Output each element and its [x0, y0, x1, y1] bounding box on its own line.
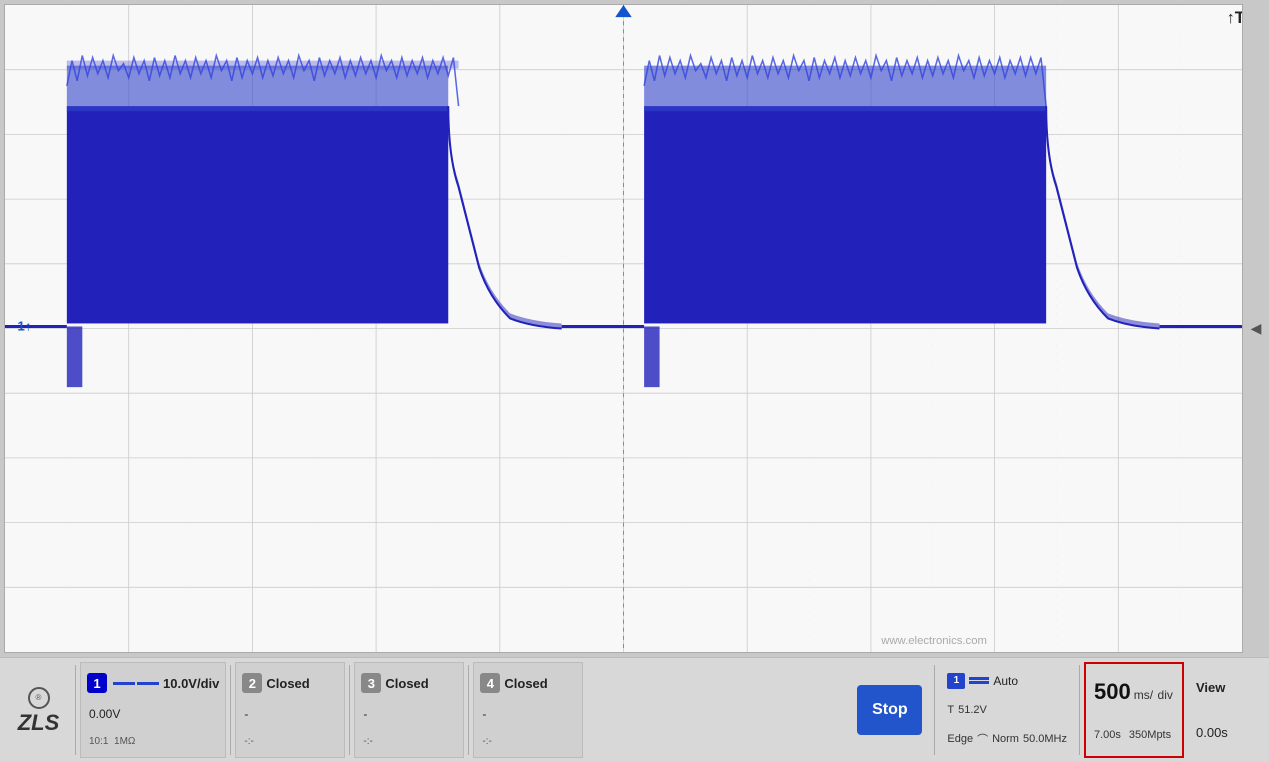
freq-label: 50.0MHz [1023, 733, 1067, 745]
stop-button[interactable]: Stop [857, 685, 922, 735]
logo-badge: ® [28, 687, 50, 709]
sep4 [468, 665, 469, 755]
ch2-detail1: - [242, 707, 338, 721]
t-label: T [947, 704, 954, 716]
ch1-badge: 1 [87, 673, 107, 693]
logo-section: ® ZLS [6, 662, 71, 758]
ch2-header: 2 Closed [242, 673, 338, 693]
ch3-header: 3 Closed [361, 673, 457, 693]
sep6 [1079, 665, 1080, 755]
trigger-section: 1 Auto T 51.2V Edge ⌒ Norm 50.0MHz [939, 662, 1075, 758]
ch3-detail2: -:- [361, 736, 457, 747]
time-value: 500 [1094, 679, 1131, 705]
norm-label: Norm [992, 733, 1019, 745]
ch4-num: 4 [487, 676, 494, 691]
trigger-ch-box: 1 [947, 673, 965, 689]
ch2-badge: 2 [242, 673, 262, 693]
channel-2-block[interactable]: 2 Closed - -:- [235, 662, 345, 758]
t-value: 51.2V [958, 704, 987, 716]
sep1 [75, 665, 76, 755]
ch3-detail1: - [361, 707, 457, 721]
mpts-value: 350Mpts [1129, 729, 1171, 741]
ch2-status-label: Closed [266, 676, 309, 691]
ch2-detail2: -:- [242, 736, 338, 747]
ch4-status-label: Closed [504, 676, 547, 691]
ch2-num: 2 [249, 676, 256, 691]
ch3-status-label: Closed [385, 676, 428, 691]
time-unit-group: ms/ div [1134, 686, 1173, 704]
status-bar: ® ZLS 1 10.0V/div 0.00V 10:1 [0, 657, 1269, 762]
waveform-canvas: ↑T 1↑ www.electronics.com [5, 5, 1242, 652]
ch1-num: 1 [93, 676, 100, 691]
trigger-ch-num: 1 [954, 675, 960, 686]
ch1-volts-label: 10.0V/div [163, 676, 219, 691]
trigger-t-row: T 51.2V [947, 704, 1067, 716]
ch1-header: 1 10.0V/div [87, 673, 219, 693]
ch-line-bottom [969, 681, 989, 684]
edge-symbol: ⌒ [977, 731, 988, 747]
view-section: View 0.00s [1188, 662, 1263, 758]
channel-4-block[interactable]: 4 Closed - -:- [473, 662, 583, 758]
view-label: View [1196, 680, 1255, 695]
total-time-value: 7.00s [1094, 729, 1121, 741]
time-main-display: 500 ms/ div [1094, 679, 1174, 705]
svg-text:www.electronics.com: www.electronics.com [880, 635, 987, 647]
screen-wrapper: ↑T 1↑ www.electronics.com [4, 4, 1243, 653]
edge-label: Edge [947, 733, 973, 745]
ch-line-top [969, 677, 989, 680]
ch4-detail2: -:- [480, 736, 576, 747]
sep3 [349, 665, 350, 755]
ch3-badge: 3 [361, 673, 381, 693]
time-unit-div: div [1158, 688, 1173, 702]
svg-text:1↑: 1↑ [17, 319, 31, 334]
logo-text: ZLS [18, 712, 60, 734]
time-div-section[interactable]: 500 ms/ div 7.00s 350Mpts [1084, 662, 1184, 758]
oscilloscope-display: ↑T 1↑ www.electronics.com ◀ ® ZLS [0, 0, 1269, 762]
ch1-offset-value: 0.00V [87, 707, 219, 721]
ch4-badge: 4 [480, 673, 500, 693]
ch4-header: 4 Closed [480, 673, 576, 693]
svg-text:↑T: ↑T [1227, 9, 1242, 27]
time-secondary-row: 7.00s 350Mpts [1094, 729, 1174, 741]
trigger-edge-row: Edge ⌒ Norm 50.0MHz [947, 731, 1067, 747]
time-unit-ms: ms/ [1134, 688, 1153, 702]
stop-section: Stop [849, 662, 930, 758]
auto-label: Auto [993, 674, 1018, 688]
expand-arrow-icon[interactable]: ◀ [1251, 320, 1262, 337]
ch-indicator: 1 Auto [947, 673, 1067, 689]
view-value: 0.00s [1196, 725, 1255, 740]
oscilloscope-screen: ↑T 1↑ www.electronics.com [5, 5, 1242, 652]
ch3-num: 3 [368, 676, 375, 691]
right-sidebar[interactable]: ◀ [1247, 4, 1265, 653]
sep2 [230, 665, 231, 755]
sep5 [934, 665, 935, 755]
logo-registered: ® [36, 693, 42, 702]
channel-1-block[interactable]: 1 10.0V/div 0.00V 10:1 1MΩ [80, 662, 226, 758]
ch1-probe-detail: 10:1 1MΩ [87, 736, 219, 747]
ch-line-icons [969, 677, 989, 684]
ch4-detail1: - [480, 707, 576, 721]
screen-area: ↑T 1↑ www.electronics.com ◀ [0, 0, 1269, 657]
channel-3-block[interactable]: 3 Closed - -:- [354, 662, 464, 758]
